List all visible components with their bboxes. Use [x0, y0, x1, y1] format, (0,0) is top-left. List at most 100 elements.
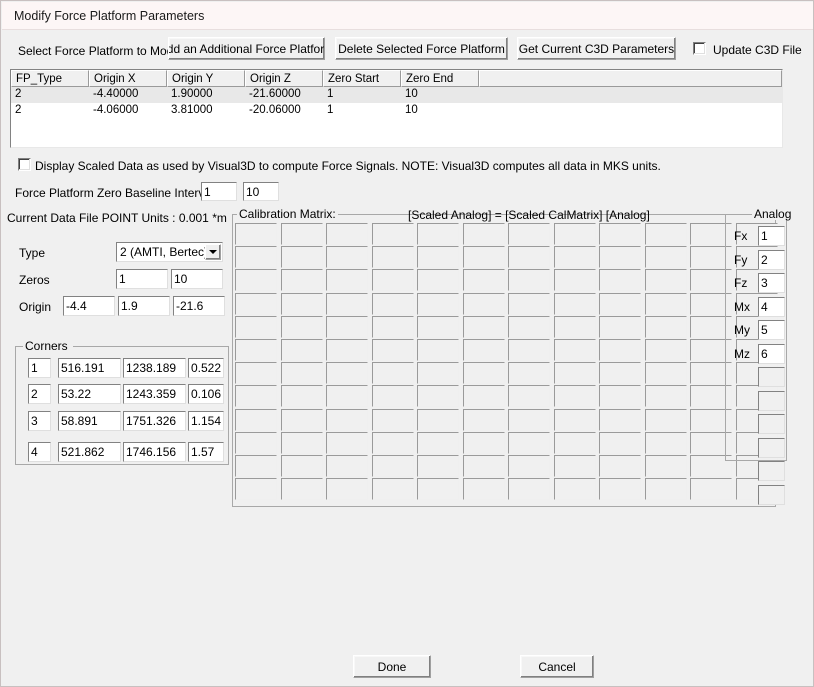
calibration-cell-r2-c6[interactable]: [462, 246, 505, 269]
corner-2-z-input[interactable]: 0.106: [188, 384, 224, 404]
zero-baseline-end-input[interactable]: 10: [243, 182, 279, 201]
calibration-cell-r5-c3[interactable]: [326, 315, 368, 338]
calibration-cell-r5-c4[interactable]: [371, 315, 414, 338]
calibration-cell-r3-c5[interactable]: [417, 269, 459, 292]
calibration-cell-r8-c1[interactable]: [235, 385, 277, 408]
calibration-cell-r3-c3[interactable]: [326, 269, 368, 292]
calibration-cell-r6-c6[interactable]: [462, 339, 505, 361]
calibration-cell-r7-c8[interactable]: [553, 362, 596, 385]
table-column-header[interactable]: [479, 70, 782, 87]
done-button[interactable]: Done: [353, 655, 431, 678]
calibration-cell-r3-c8[interactable]: [553, 269, 596, 292]
calibration-cell-r2-c8[interactable]: [553, 246, 596, 269]
calibration-cell-r9-c10[interactable]: [644, 408, 687, 431]
analog-channel-input-10[interactable]: [758, 437, 785, 458]
analog-channel-input-my[interactable]: 5: [758, 320, 785, 340]
calibration-cell-r5-c6[interactable]: [462, 315, 505, 338]
calibration-cell-r4-c9[interactable]: [599, 292, 641, 315]
corner-3-y-input[interactable]: 1751.326: [123, 411, 186, 431]
calibration-cell-r4-c10[interactable]: [644, 292, 687, 315]
calibration-cell-r5-c7[interactable]: [508, 315, 550, 338]
update-c3d-file-checkbox[interactable]: [693, 42, 706, 55]
calibration-cell-r6-c8[interactable]: [553, 339, 596, 361]
calibration-cell-r8-c8[interactable]: [553, 385, 596, 408]
calibration-cell-r5-c2[interactable]: [280, 315, 323, 338]
calibration-cell-r4-c2[interactable]: [280, 292, 323, 315]
calibration-cell-r11-c7[interactable]: [508, 455, 550, 477]
analog-channel-input-fz[interactable]: 3: [758, 273, 785, 293]
delete-force-platform-button[interactable]: Delete Selected Force Platform: [335, 37, 508, 60]
calibration-cell-r2-c7[interactable]: [508, 246, 550, 269]
calibration-cell-r6-c7[interactable]: [508, 339, 550, 361]
corner-3-z-input[interactable]: 1.154: [188, 411, 224, 431]
table-column-header[interactable]: FP_Type: [11, 70, 89, 87]
calibration-cell-r7-c5[interactable]: [417, 362, 459, 385]
calibration-cell-r8-c4[interactable]: [371, 385, 414, 408]
table-row[interactable]: 2 -4.06000 3.81000 -20.06000 1 10: [11, 103, 782, 119]
calibration-cell-r7-c1[interactable]: [235, 362, 277, 385]
add-force-platform-button[interactable]: Add an Additional Force Platform: [168, 37, 325, 60]
calibration-cell-r3-c4[interactable]: [371, 269, 414, 292]
calibration-cell-r11-c2[interactable]: [280, 455, 323, 477]
calibration-cell-r7-c3[interactable]: [326, 362, 368, 385]
calibration-cell-r11-c3[interactable]: [326, 455, 368, 477]
calibration-cell-r4-c8[interactable]: [553, 292, 596, 315]
calibration-cell-r12-c9[interactable]: [599, 478, 641, 501]
calibration-cell-r1-c4[interactable]: [371, 223, 414, 245]
calibration-cell-r9-c9[interactable]: [599, 408, 641, 431]
calibration-cell-r8-c7[interactable]: [508, 385, 550, 408]
calibration-cell-r2-c5[interactable]: [417, 246, 459, 269]
calibration-cell-r4-c6[interactable]: [462, 292, 505, 315]
calibration-cell-r11-c1[interactable]: [235, 455, 277, 477]
calibration-cell-r10-c4[interactable]: [371, 431, 414, 454]
calibration-cell-r11-c10[interactable]: [644, 455, 687, 477]
calibration-cell-r1-c3[interactable]: [326, 223, 368, 245]
calibration-cell-r6-c3[interactable]: [326, 339, 368, 361]
analog-channel-input-fy[interactable]: 2: [758, 249, 785, 270]
calibration-cell-r12-c4[interactable]: [371, 478, 414, 501]
analog-channel-input-7[interactable]: [758, 367, 785, 387]
calibration-cell-r12-c8[interactable]: [553, 478, 596, 501]
calibration-cell-r10-c8[interactable]: [553, 431, 596, 454]
calibration-cell-r8-c5[interactable]: [417, 385, 459, 408]
calibration-cell-r8-c6[interactable]: [462, 385, 505, 408]
calibration-cell-r11-c4[interactable]: [371, 455, 414, 477]
calibration-cell-r4-c1[interactable]: [235, 292, 277, 315]
calibration-cell-r9-c2[interactable]: [280, 408, 323, 431]
display-scaled-data-checkbox[interactable]: [18, 158, 31, 171]
calibration-cell-r1-c8[interactable]: [553, 223, 596, 245]
analog-channel-input-8[interactable]: [758, 390, 785, 411]
calibration-cell-r5-c5[interactable]: [417, 315, 459, 338]
calibration-cell-r1-c10[interactable]: [644, 223, 687, 245]
zeros-end-input[interactable]: 10: [171, 269, 223, 289]
fp-type-select[interactable]: 2 (AMTI, Bertec): [116, 242, 223, 262]
corner-1-x-input[interactable]: 516.191: [58, 358, 121, 378]
table-column-header[interactable]: Origin Y: [167, 70, 245, 87]
corner-1-z-input[interactable]: 0.522: [188, 358, 224, 378]
table-column-header[interactable]: Zero End: [401, 70, 479, 87]
calibration-cell-r8-c3[interactable]: [326, 385, 368, 408]
calibration-cell-r1-c7[interactable]: [508, 223, 550, 245]
corner-2-x-input[interactable]: 53.22: [58, 384, 121, 404]
calibration-cell-r10-c7[interactable]: [508, 431, 550, 454]
calibration-cell-r1-c5[interactable]: [417, 223, 459, 245]
calibration-cell-r3-c9[interactable]: [599, 269, 641, 292]
calibration-cell-r10-c6[interactable]: [462, 431, 505, 454]
analog-channel-input-mx[interactable]: 4: [758, 296, 785, 317]
zeros-start-input[interactable]: 1: [116, 269, 168, 289]
calibration-cell-r9-c3[interactable]: [326, 408, 368, 431]
calibration-cell-r10-c2[interactable]: [280, 431, 323, 454]
calibration-cell-r4-c7[interactable]: [508, 292, 550, 315]
table-column-header[interactable]: Origin Z: [245, 70, 323, 87]
calibration-cell-r5-c1[interactable]: [235, 315, 277, 338]
calibration-cell-r12-c6[interactable]: [462, 478, 505, 501]
calibration-cell-r3-c2[interactable]: [280, 269, 323, 292]
calibration-cell-r6-c10[interactable]: [644, 339, 687, 361]
analog-channel-input-12[interactable]: [758, 484, 785, 505]
calibration-cell-r6-c4[interactable]: [371, 339, 414, 361]
calibration-cell-r5-c8[interactable]: [553, 315, 596, 338]
calibration-cell-r11-c6[interactable]: [462, 455, 505, 477]
calibration-cell-r9-c5[interactable]: [417, 408, 459, 431]
calibration-cell-r8-c2[interactable]: [280, 385, 323, 408]
calibration-cell-r2-c4[interactable]: [371, 246, 414, 269]
